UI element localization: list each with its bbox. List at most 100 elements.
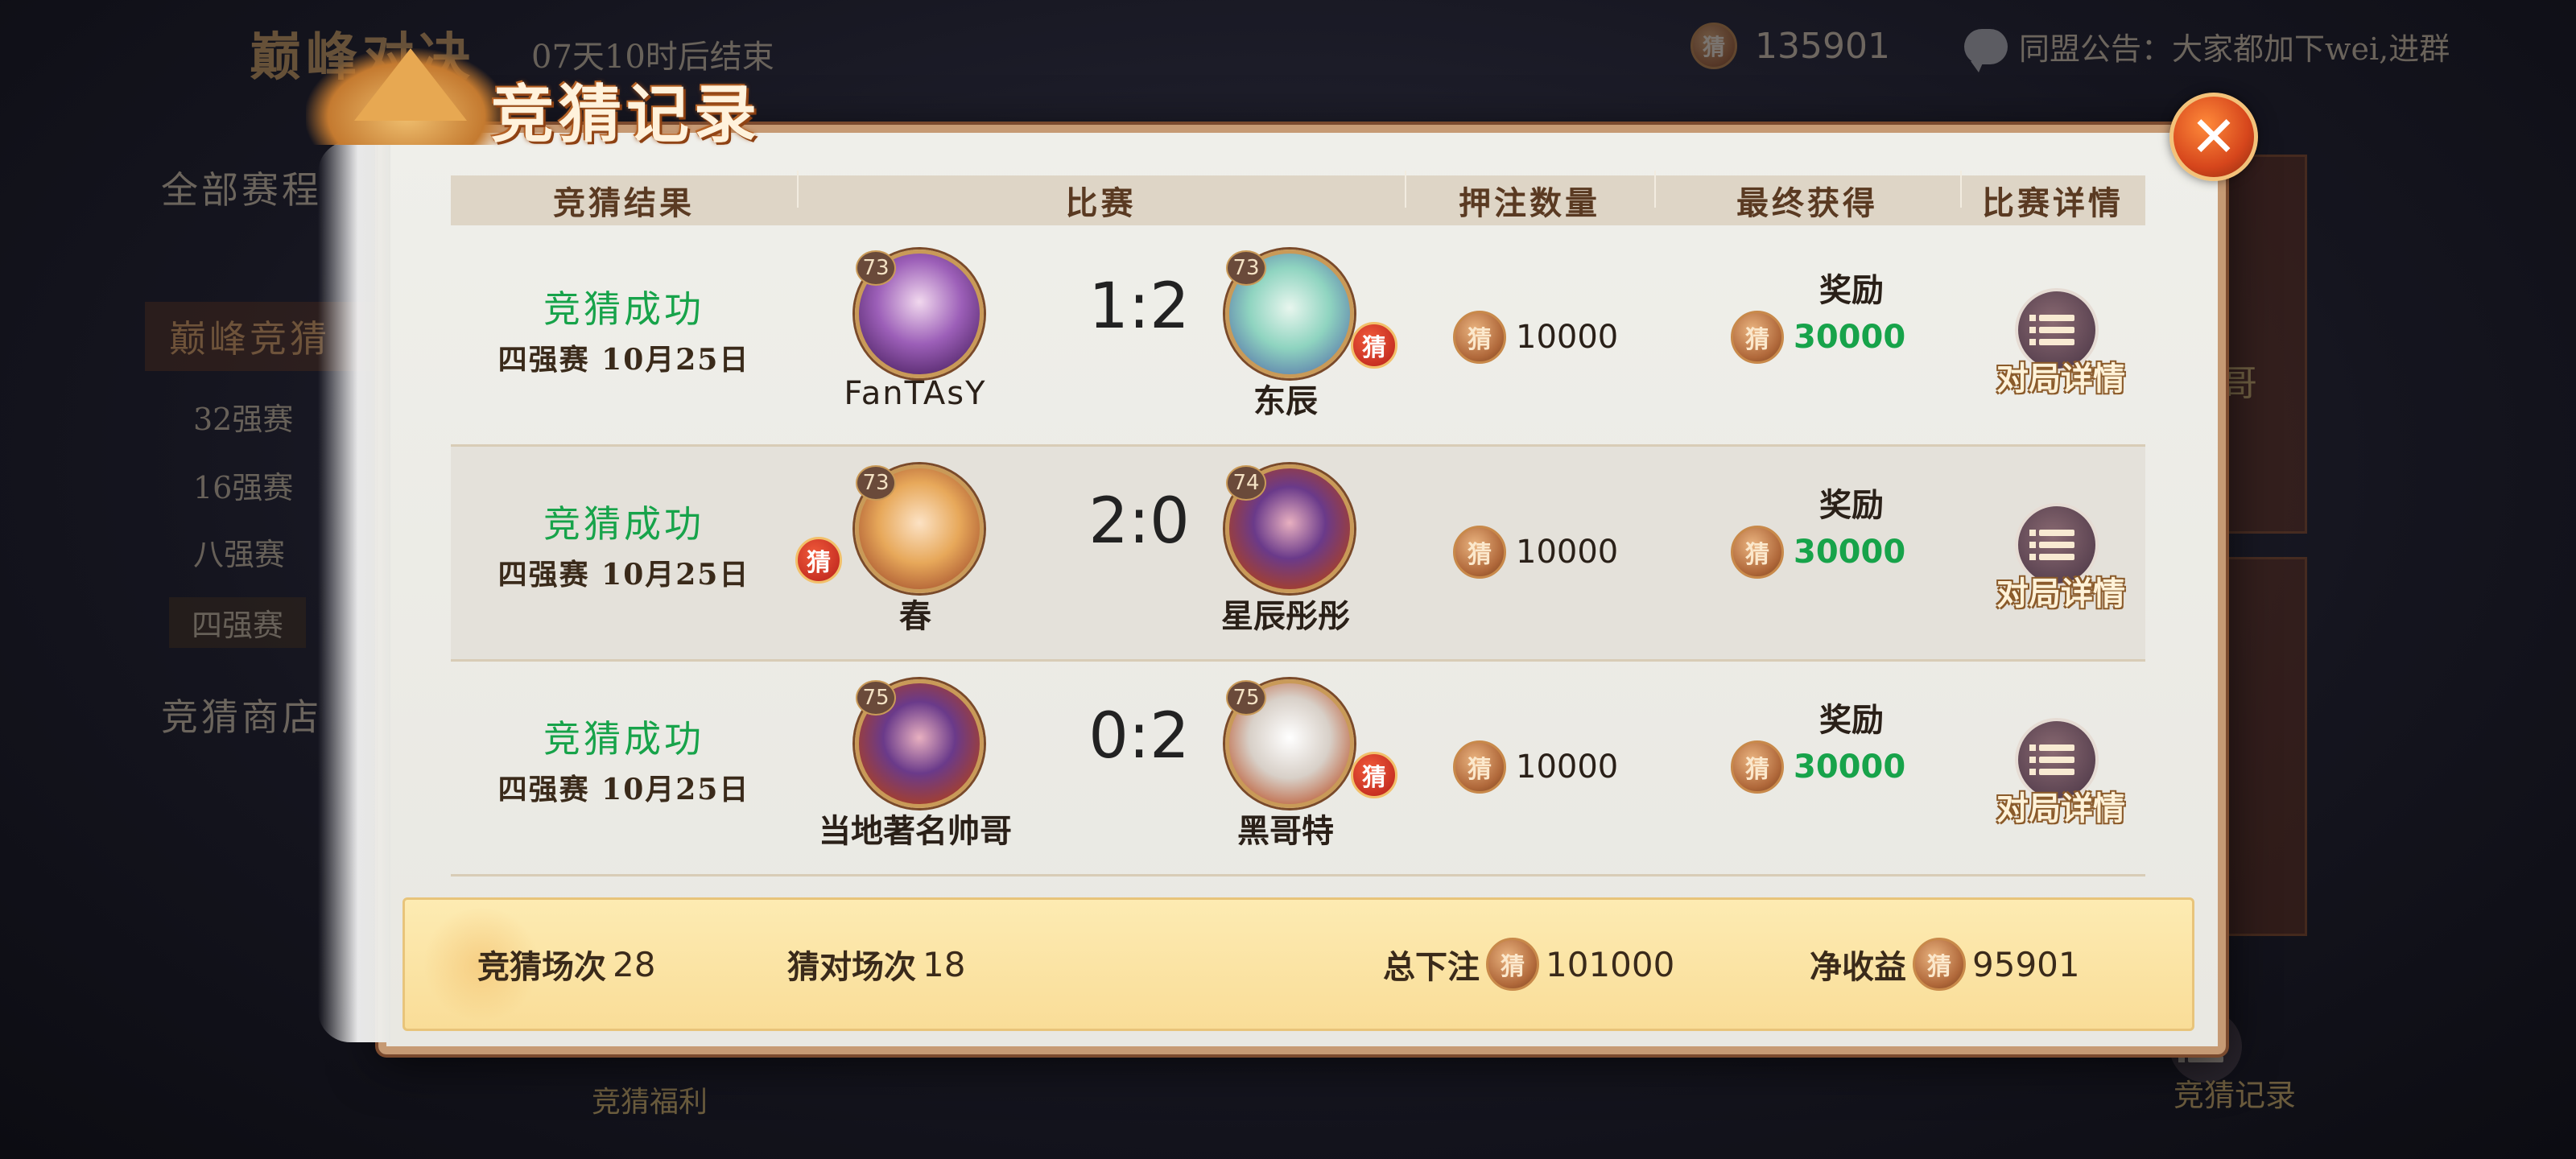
- gain-amount: 猜 30000: [1731, 311, 1905, 364]
- scroll-ornament: [318, 141, 390, 1042]
- level-badge: 73: [856, 250, 896, 286]
- sidebar-round-32[interactable]: 32强赛: [193, 394, 293, 439]
- gold-amount: 135901: [1755, 25, 1890, 67]
- summary-bar: 竞猜场次 28 猜对场次 18 总下注 猜 101000 净收益 猜 95901: [402, 897, 2194, 1031]
- player-name: 东辰: [1253, 382, 1318, 420]
- table-row: 竞猜成功 四强赛 10月25日 73 FanTAsY 1:2 73 猜 东辰 猜…: [451, 232, 2145, 447]
- gain-value: 30000: [1794, 749, 1906, 786]
- player-avatar[interactable]: 73: [855, 250, 984, 378]
- alliance-notice-text: 同盟公告：大家都加下wei,进群: [2019, 31, 2450, 67]
- player-avatar[interactable]: 73: [855, 464, 984, 593]
- coin-icon: 猜: [1453, 740, 1506, 794]
- player-name: 星辰彤彤: [1221, 597, 1350, 635]
- table-row: 竞猜成功 四强赛 10月25日 75 当地著名帅哥 0:2 75 猜 黑哥特 猜…: [451, 662, 2145, 876]
- quiz-count-value: 28: [613, 944, 656, 984]
- quiz-welfare-button[interactable]: 竞猜福利: [592, 1079, 708, 1120]
- quiz-count: 竞猜场次 28: [477, 941, 655, 988]
- level-badge: 75: [1226, 680, 1266, 716]
- header-result: 竞猜结果: [553, 184, 695, 222]
- result-status: 竞猜成功: [543, 717, 704, 761]
- net-profit-label: 净收益: [1810, 948, 1906, 986]
- bet-amount: 猜 10000: [1453, 311, 1618, 364]
- sidebar-quiz-shop[interactable]: 竞猜商店: [161, 688, 322, 741]
- result-round-date: 四强赛 10月25日: [497, 773, 750, 806]
- match-detail-label[interactable]: 对局详情: [1980, 782, 2141, 829]
- coin-icon: 猜: [1690, 23, 1737, 69]
- result-status: 竞猜成功: [543, 287, 704, 331]
- table-row: 竞猜成功 四强赛 10月25日 猜 73 春 2:0 74 星辰彤彤 猜 100…: [451, 447, 2145, 662]
- gain-value: 30000: [1794, 319, 1906, 356]
- result-cell: 竞猜成功 四强赛 10月25日: [451, 232, 797, 444]
- total-bet-value: 101000: [1546, 944, 1675, 984]
- bet-amount: 猜 10000: [1453, 526, 1618, 579]
- coin-icon: 猜: [1453, 526, 1506, 579]
- coin-icon: 猜: [1731, 740, 1784, 794]
- chat-bubble-icon: [1964, 28, 2008, 72]
- player-name: 当地著名帅哥: [819, 812, 1012, 850]
- net-profit: 净收益 猜 95901: [1810, 938, 2080, 991]
- table-header: 竞猜结果 比赛 押注数量 最终获得 比赛详情: [451, 171, 2145, 225]
- coin-icon: 猜: [1731, 526, 1784, 579]
- record-list[interactable]: 竞猜成功 四强赛 10月25日 73 FanTAsY 1:2 73 猜 东辰 猜…: [451, 232, 2145, 876]
- correct-count-value: 18: [923, 944, 966, 984]
- sidebar-all-matches[interactable]: 全部赛程: [161, 161, 322, 214]
- player-avatar[interactable]: 75: [1225, 679, 1354, 808]
- level-badge: 73: [1226, 250, 1266, 286]
- player-avatar[interactable]: 73: [1225, 250, 1354, 378]
- guess-mark-icon: 猜: [795, 537, 842, 584]
- bet-amount: 猜 10000: [1453, 740, 1618, 794]
- header-bet: 押注数量: [1405, 171, 1654, 224]
- player-name: FanTAsY: [844, 375, 987, 412]
- header-match: 比赛: [797, 171, 1405, 224]
- player-avatar[interactable]: 75: [855, 679, 984, 808]
- sidebar-round-4[interactable]: 四强赛: [169, 597, 307, 648]
- bet-value: 10000: [1516, 749, 1619, 786]
- sidebar-round-8[interactable]: 八强赛: [193, 530, 285, 574]
- coin-icon: 猜: [1453, 311, 1506, 364]
- total-bet-label: 总下注: [1383, 948, 1480, 986]
- guess-mark-icon: 猜: [1351, 752, 1397, 798]
- result-cell: 竞猜成功 四强赛 10月25日: [451, 447, 797, 659]
- bet-value: 10000: [1516, 319, 1619, 356]
- player-name: 黑哥特: [1237, 812, 1334, 850]
- reward-label: 奖励: [1819, 271, 1884, 309]
- level-badge: 73: [856, 465, 896, 501]
- list-icon: [2029, 315, 2074, 321]
- result-round-date: 四强赛 10月25日: [497, 343, 750, 377]
- player-avatar[interactable]: 74: [1225, 464, 1354, 593]
- guess-mark-icon: 猜: [1351, 322, 1397, 369]
- correct-count-label: 猜对场次: [787, 948, 916, 986]
- header-gain: 最终获得: [1654, 171, 1960, 224]
- gain-amount: 猜 30000: [1731, 526, 1905, 579]
- player-name: 春: [899, 597, 931, 635]
- bet-value: 10000: [1516, 534, 1619, 571]
- reward-label: 奖励: [1819, 701, 1884, 739]
- match-card-name: 哥: [2222, 363, 2257, 404]
- match-detail-label[interactable]: 对局详情: [1980, 567, 2141, 614]
- header-detail: 比赛详情: [1960, 171, 2145, 224]
- close-button[interactable]: ✕: [2169, 93, 2258, 181]
- match-detail-label[interactable]: 对局详情: [1980, 353, 2141, 399]
- result-status: 竞猜成功: [543, 502, 704, 546]
- match-score: 1:2: [1088, 270, 1190, 343]
- quiz-record-button[interactable]: 竞猜记录: [2174, 1070, 2296, 1115]
- gain-value: 30000: [1794, 534, 1906, 571]
- quiz-count-label: 竞猜场次: [477, 948, 606, 986]
- result-cell: 竞猜成功 四强赛 10月25日: [451, 662, 797, 874]
- dialog-title: 竞猜记录: [491, 78, 762, 151]
- reward-label: 奖励: [1819, 486, 1884, 524]
- sidebar-round-16[interactable]: 16强赛: [193, 463, 293, 507]
- mountain-ornament-icon: [306, 48, 507, 145]
- list-icon: [2029, 530, 2074, 536]
- net-profit-value: 95901: [1972, 944, 2080, 984]
- gold-display: 猜 135901: [1690, 23, 1890, 69]
- coin-icon: 猜: [1486, 938, 1539, 991]
- coin-icon: 猜: [1731, 311, 1784, 364]
- alliance-notice[interactable]: 同盟公告：大家都加下wei,进群: [1964, 24, 2450, 72]
- match-score: 0:2: [1088, 700, 1190, 773]
- coin-icon: 猜: [1913, 938, 1966, 991]
- result-round-date: 四强赛 10月25日: [497, 558, 750, 592]
- list-icon: [2029, 744, 2074, 751]
- gain-amount: 猜 30000: [1731, 740, 1905, 794]
- level-badge: 74: [1226, 465, 1266, 501]
